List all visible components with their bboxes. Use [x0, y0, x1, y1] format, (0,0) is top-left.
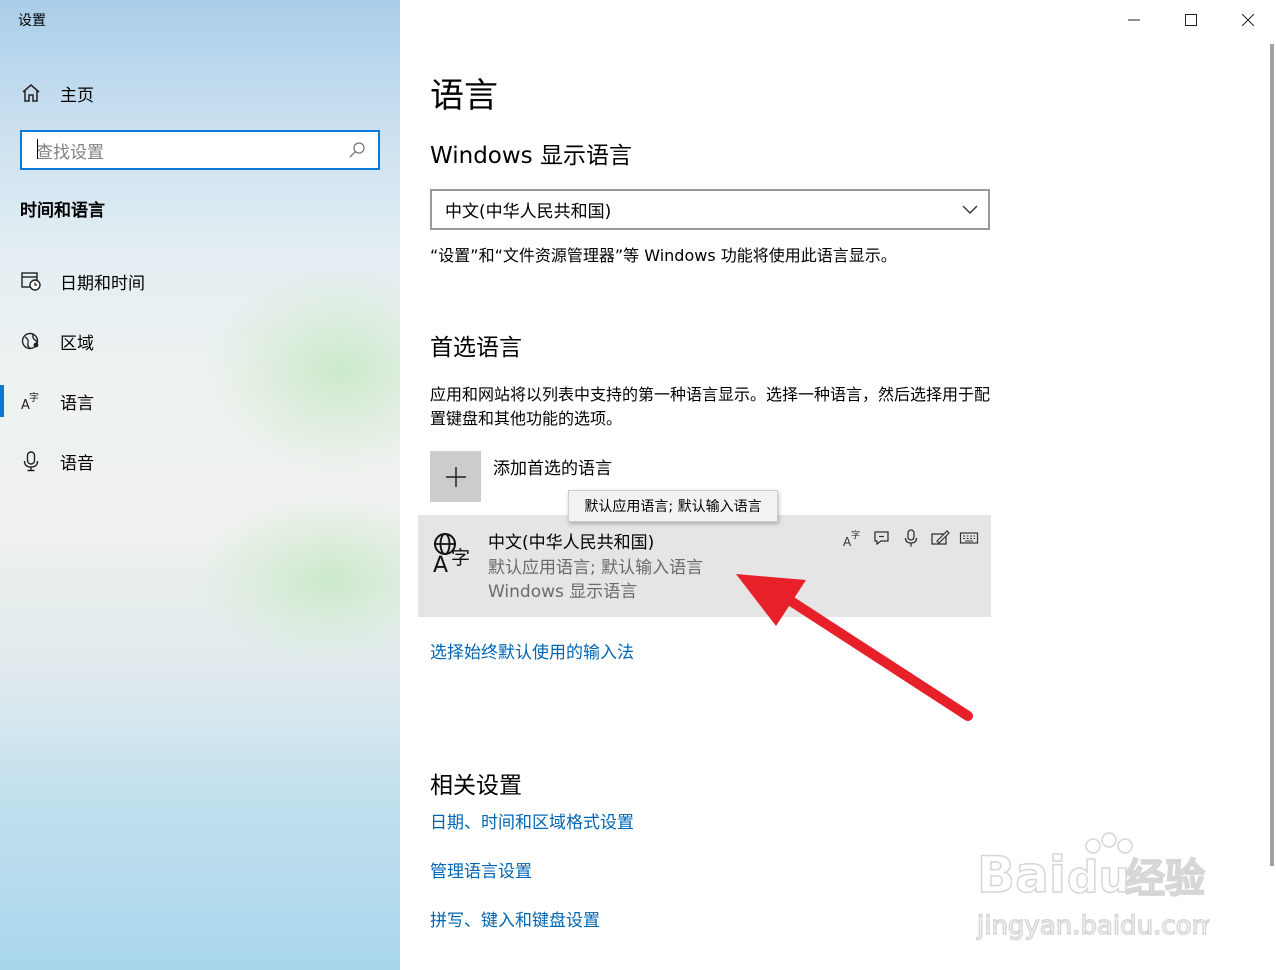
language-display-status: Windows 显示语言 [488, 582, 638, 602]
default-input-method-link[interactable]: 选择始终默认使用的输入法 [430, 638, 634, 663]
window-title: 设置 [18, 13, 46, 29]
language-name: 中文(中华人民共和国) [488, 533, 655, 553]
sidebar-item-language[interactable]: A字 语言 [0, 381, 400, 421]
language-icon: A字 [20, 390, 42, 412]
scrollbar[interactable] [1270, 44, 1274, 866]
preferred-languages-description: 应用和网站将以列表中支持的第一种语言显示。选择一种语言，然后选择用于配置键盘和其… [430, 385, 991, 428]
svg-text:du: du [1067, 852, 1130, 903]
sidebar-item-date-time[interactable]: 日期和时间 [0, 261, 400, 301]
close-button[interactable] [1219, 0, 1276, 40]
add-button[interactable] [430, 451, 481, 502]
display-language-note: “设置”和“文件资源管理器”等 Windows 功能将使用此语言显示。 [430, 246, 897, 265]
sidebar: 设置 主页 查找设置 时间和语言 日期和时间 区域 A字 语言 语音 [0, 0, 400, 970]
svg-text:A: A [433, 553, 448, 575]
related-settings-heading: 相关设置 [430, 773, 522, 799]
chevron-down-icon [962, 205, 978, 214]
display-language-value: 中文(中华人民共和国) [445, 202, 612, 222]
maximize-button[interactable] [1162, 0, 1219, 40]
language-pack-icon: A字 [842, 527, 863, 548]
maximize-icon [1184, 14, 1197, 26]
language-features: A字 [834, 527, 979, 548]
svg-text:字: 字 [851, 529, 860, 541]
language-status: 默认应用语言; 默认输入语言 [488, 558, 704, 578]
language-globe-icon: A 字 [432, 531, 476, 578]
svg-text:Bai: Bai [977, 846, 1066, 904]
home-icon [20, 82, 42, 104]
add-language-label: 添加首选的语言 [493, 459, 612, 479]
plus-icon [445, 466, 466, 487]
keyboard-icon [958, 527, 979, 548]
microphone-icon [20, 450, 42, 472]
sidebar-item-speech[interactable]: 语音 [0, 441, 400, 481]
sidebar-item-label: 区域 [60, 333, 94, 354]
section-title: 时间和语言 [20, 201, 105, 221]
search-box[interactable]: 查找设置 [20, 130, 380, 170]
minimize-button[interactable] [1105, 0, 1162, 40]
spelling-typing-keyboard-link[interactable]: 拼写、键入和键盘设置 [430, 906, 600, 931]
search-icon[interactable] [346, 139, 368, 161]
manage-language-settings-link[interactable]: 管理语言设置 [430, 857, 532, 882]
sidebar-item-label: 语音 [60, 453, 94, 474]
nav-home[interactable]: 主页 [20, 78, 94, 108]
sidebar-item-region[interactable]: 区域 [0, 321, 400, 361]
svg-text:字: 字 [451, 547, 470, 569]
sidebar-item-label: 日期和时间 [60, 273, 145, 294]
search-input[interactable]: 查找设置 [22, 138, 346, 163]
preferred-languages-heading: 首选语言 [430, 335, 522, 361]
calendar-clock-icon [20, 270, 42, 292]
date-time-region-format-link[interactable]: 日期、时间和区域格式设置 [430, 808, 634, 833]
microphone-icon [900, 527, 921, 548]
display-language-select[interactable]: 中文(中华人民共和国) [430, 189, 990, 230]
nav-home-label: 主页 [60, 85, 94, 106]
baidu-watermark-logo: Bai du 经验 jingyan.baidu.com [975, 832, 1210, 942]
close-icon [1241, 14, 1254, 26]
svg-text:字: 字 [29, 391, 39, 404]
language-list-item[interactable]: A 字 中文(中华人民共和国) 默认应用语言; 默认输入语言 Windows 显… [418, 515, 991, 617]
svg-text:jingyan.baidu.com: jingyan.baidu.com [976, 911, 1210, 941]
globe-region-icon [20, 330, 42, 352]
handwriting-icon [929, 527, 950, 548]
svg-text:经验: 经验 [1125, 856, 1205, 902]
tooltip: 默认应用语言; 默认输入语言 [568, 490, 778, 522]
speech-bubble-icon [871, 527, 892, 548]
display-language-heading: Windows 显示语言 [430, 143, 632, 169]
minimize-icon [1127, 19, 1140, 21]
sidebar-item-label: 语言 [60, 393, 94, 414]
background-blur [200, 500, 400, 660]
page-title: 语言 [430, 76, 498, 116]
window-controls [1105, 0, 1276, 40]
